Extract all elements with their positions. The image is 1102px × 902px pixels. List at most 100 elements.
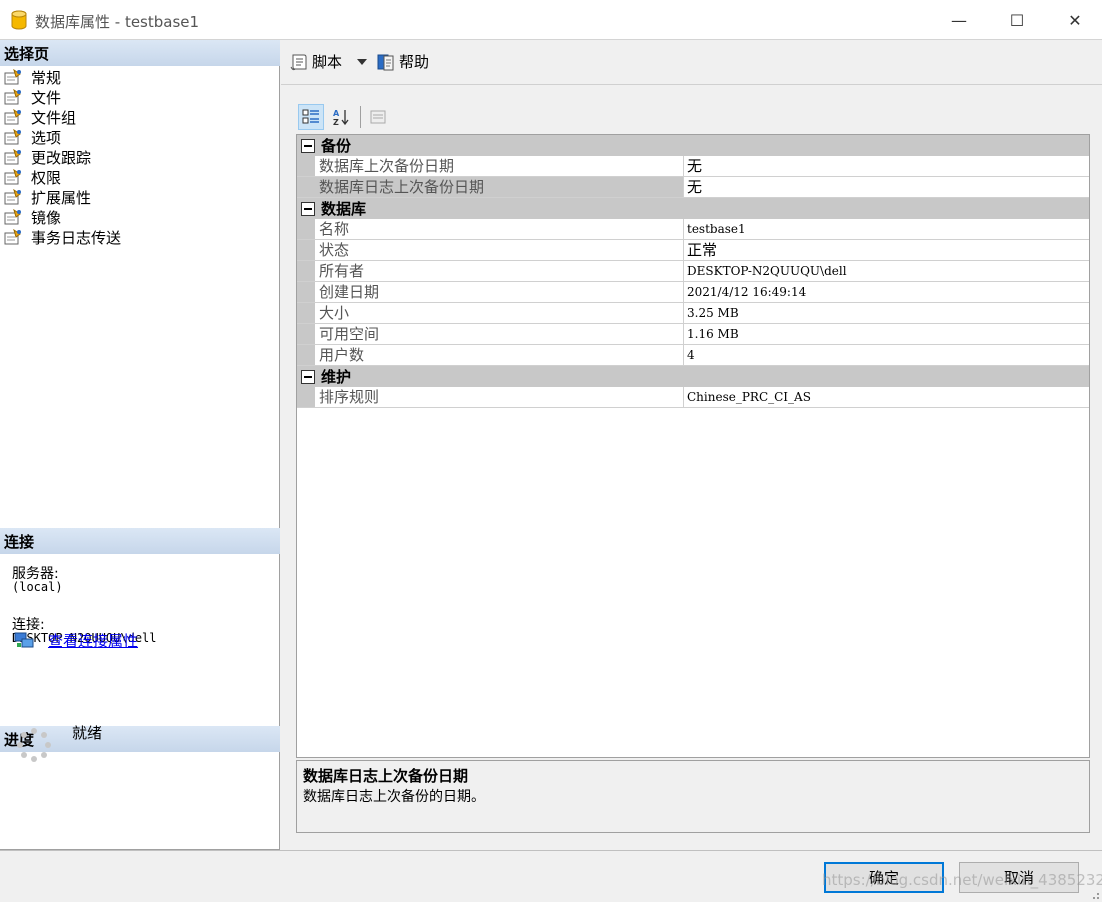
page-list: 常规 文件 文件组 选项 更改跟踪 权限 扩展属性 镜像 事务日志传送: [4, 67, 121, 247]
property-name: 创建日期: [315, 282, 684, 302]
svg-text:Z: Z: [333, 118, 339, 126]
property-row[interactable]: 用户数 4: [297, 345, 1089, 366]
watermark: https://blog.csdn.net/weixin_43852327: [822, 871, 1102, 889]
server-value: (local): [12, 580, 63, 594]
page-item-label: 文件: [31, 88, 62, 107]
view-connection-properties-link[interactable]: 查看连接属性: [48, 630, 138, 651]
resize-grip-icon[interactable]: [1088, 888, 1100, 900]
sort-az-icon: A Z: [333, 109, 349, 126]
property-value: 无: [687, 178, 703, 196]
connection-header: 连接: [0, 528, 280, 554]
property-row[interactable]: 大小 3.25 MB: [297, 303, 1089, 324]
alphabetical-button[interactable]: A Z: [328, 104, 354, 130]
property-row[interactable]: 创建日期 2021/4/12 16:49:14: [297, 282, 1089, 303]
page-item[interactable]: 常规: [4, 67, 121, 87]
help-book-icon: [377, 54, 394, 70]
property-name: 所有者: [315, 261, 684, 281]
select-page-header: 选择页: [0, 40, 280, 66]
help-button[interactable]: 帮助: [376, 51, 429, 72]
help-label: 帮助: [399, 53, 430, 71]
row-gutter: [297, 303, 315, 323]
page-item-label: 选项: [31, 128, 62, 147]
property-name: 用户数: [315, 345, 684, 365]
close-button[interactable]: ✕: [1046, 0, 1102, 40]
property-row[interactable]: 状态 正常: [297, 240, 1089, 261]
property-value: 4: [687, 348, 695, 362]
property-page-icon: [4, 229, 21, 245]
property-name: 数据库日志上次备份日期: [315, 177, 684, 197]
categorized-button[interactable]: [298, 104, 324, 130]
property-row[interactable]: 排序规则 Chinese_PRC_CI_AS: [297, 387, 1089, 408]
progress-status: 就绪: [72, 724, 103, 742]
script-icon: [290, 54, 307, 70]
property-page-icon: [4, 189, 21, 205]
property-page-icon: [4, 129, 21, 145]
maximize-icon: ☐: [1009, 10, 1025, 30]
property-value: 1.16 MB: [687, 327, 739, 341]
page-item[interactable]: 选项: [4, 127, 121, 147]
collapse-toggle-icon[interactable]: [301, 201, 315, 216]
close-icon: ✕: [1068, 10, 1082, 30]
page-item[interactable]: 权限: [4, 167, 121, 187]
property-grid-toolbar: A Z: [298, 103, 395, 131]
page-item[interactable]: 扩展属性: [4, 187, 121, 207]
connection-properties-icon[interactable]: [14, 631, 34, 649]
page-item-label: 扩展属性: [31, 188, 92, 207]
property-value: Chinese_PRC_CI_AS: [687, 390, 811, 404]
window-title: 数据库属性 - testbase1: [35, 13, 200, 31]
minimize-icon: —: [951, 10, 967, 30]
group-name: 维护: [321, 368, 352, 386]
page-item[interactable]: 文件组: [4, 107, 121, 127]
property-name: 名称: [315, 219, 684, 239]
property-group-header: 维护: [297, 366, 1089, 387]
server-info: 服务器: (local): [12, 567, 63, 594]
script-button[interactable]: 脚本: [289, 51, 342, 72]
property-value: 正常: [687, 241, 718, 259]
page-item[interactable]: 文件: [4, 87, 121, 107]
property-name: 可用空间: [315, 324, 684, 344]
property-value: DESKTOP-N2QUUQU\dell: [687, 264, 847, 278]
spinner-icon: [17, 728, 51, 762]
property-row[interactable]: 所有者 DESKTOP-N2QUUQU\dell: [297, 261, 1089, 282]
row-gutter: [297, 282, 315, 302]
row-gutter: [297, 324, 315, 344]
script-dropdown-arrow[interactable]: [357, 59, 367, 65]
database-icon: [11, 10, 27, 30]
page-item-label: 事务日志传送: [31, 228, 122, 247]
property-page-icon: [4, 109, 21, 125]
property-row[interactable]: 可用空间 1.16 MB: [297, 324, 1089, 345]
property-name: 排序规则: [315, 387, 684, 407]
minimize-button[interactable]: —: [930, 0, 988, 40]
maximize-button[interactable]: ☐: [988, 0, 1046, 40]
property-pages-button[interactable]: [365, 104, 391, 130]
row-gutter: [297, 240, 315, 260]
property-value: testbase1: [687, 222, 746, 236]
property-page-icon: [4, 69, 21, 85]
property-value: 2021/4/12 16:49:14: [687, 285, 807, 299]
page-item-label: 文件组: [31, 108, 77, 127]
property-page-icon: [4, 209, 21, 225]
property-page-icon: [4, 149, 21, 165]
property-page-icon: [4, 169, 21, 185]
property-row[interactable]: 名称 testbase1: [297, 219, 1089, 240]
toolbar-separator: [360, 106, 361, 128]
collapse-toggle-icon[interactable]: [301, 138, 315, 153]
page-item[interactable]: 更改跟踪: [4, 147, 121, 167]
property-value: 无: [687, 157, 703, 175]
property-row[interactable]: 数据库日志上次备份日期无: [297, 177, 1089, 198]
row-gutter: [297, 156, 315, 176]
property-row[interactable]: 数据库上次备份日期无: [297, 156, 1089, 177]
page-item-label: 镜像: [31, 208, 62, 227]
description-panel: 数据库日志上次备份日期 数据库日志上次备份的日期。: [296, 760, 1090, 833]
row-gutter: [297, 219, 315, 239]
property-grid: 备份 数据库上次备份日期无数据库日志上次备份日期无数据库 名称 testbase1 状态…: [296, 134, 1090, 758]
property-group-header: 备份: [297, 135, 1089, 156]
collapse-toggle-icon[interactable]: [301, 369, 315, 384]
svg-text:A: A: [333, 109, 340, 118]
page-item-label: 常规: [31, 68, 62, 87]
page-item[interactable]: 镜像: [4, 207, 121, 227]
page-item[interactable]: 事务日志传送: [4, 227, 121, 247]
property-page-icon: [4, 89, 21, 105]
row-gutter: [297, 261, 315, 281]
script-label: 脚本: [312, 53, 343, 71]
